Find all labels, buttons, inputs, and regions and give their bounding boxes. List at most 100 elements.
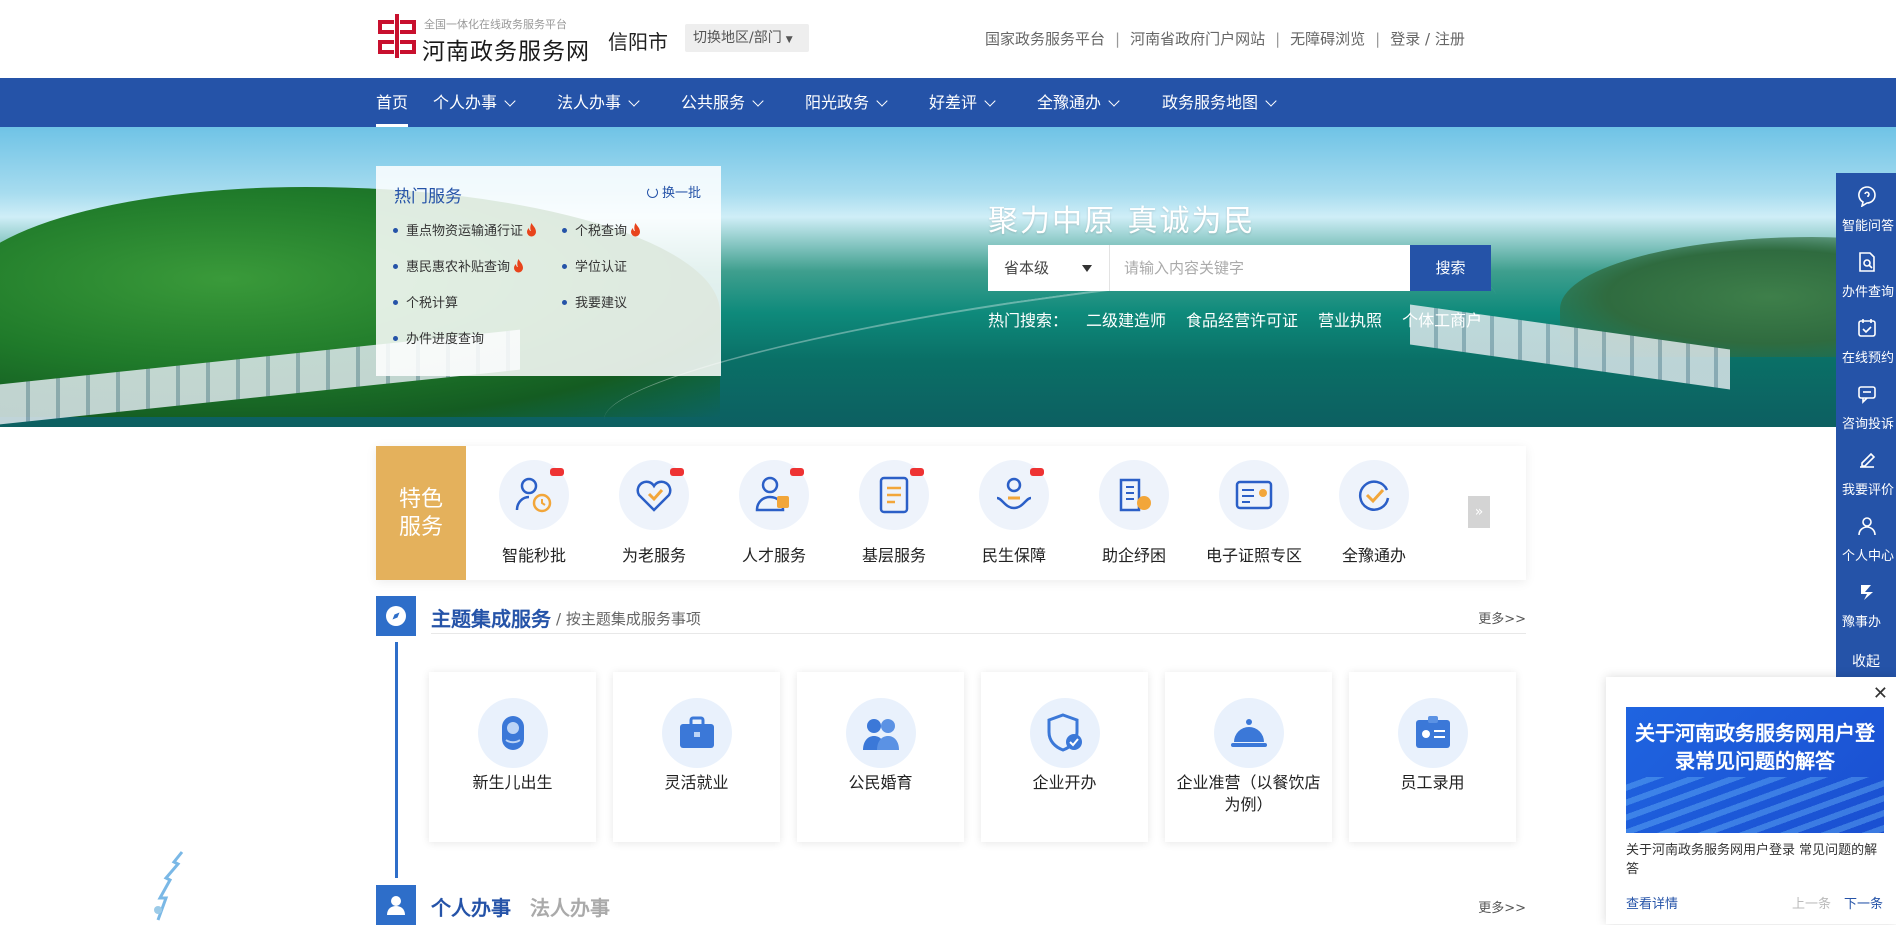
main-nav: 首页 个人办事 法人办事 公共服务 阳光政务 好差评 全豫通办 政务服务地图 <box>0 78 1896 127</box>
hot-keyword[interactable]: 个体工商户 <box>1402 307 1482 331</box>
tab-personal[interactable]: 个人办事 <box>431 892 511 921</box>
hot-item[interactable]: 个税查询 <box>562 220 641 239</box>
nav-label: 好差评 <box>929 93 978 112</box>
feature-item-talent[interactable]: 人才服务 <box>714 460 834 570</box>
feature-item-livelihood[interactable]: 民生保障 <box>954 460 1074 570</box>
sidebar-label: 在线预约 <box>1842 351 1895 366</box>
document-icon <box>879 476 909 514</box>
theme-card-business-license[interactable]: 企业准营（以餐饮店为例） <box>1165 672 1332 842</box>
hot-item[interactable]: 我要建议 <box>562 292 627 311</box>
next-button[interactable]: 下一条 <box>1844 893 1883 912</box>
smart-approval-icon <box>515 477 552 513</box>
feature-item-grassroots[interactable]: 基层服务 <box>834 460 954 570</box>
calendar-icon <box>1858 319 1876 337</box>
divider: | <box>1375 30 1381 48</box>
hot-item[interactable]: 个税计算 <box>393 292 458 311</box>
nav-corporate[interactable]: 法人办事 <box>557 78 640 127</box>
talent-icon <box>755 476 789 512</box>
file-search-icon <box>1859 252 1875 272</box>
caret-down-icon: ▼ <box>785 35 793 45</box>
right-sidebar: 智能问答 办件查询 在线预约 咨询投诉 我要评价 个人中心 豫事办 收起 <box>1836 173 1896 677</box>
feature-item-smart-approval[interactable]: 智能秒批 <box>474 460 594 570</box>
heart-hand-icon <box>636 480 672 512</box>
shield-check-icon <box>1047 713 1082 752</box>
nav-label: 全豫通办 <box>1037 93 1102 112</box>
check-cycle-icon <box>1359 480 1390 511</box>
card-label: 企业准营（以餐饮店为例） <box>1176 773 1321 814</box>
sidebar-item-complaint[interactable]: 咨询投诉 <box>1836 371 1896 437</box>
notice-popup: ✕ 关于河南政务服务网用户登录常见问题的解答 关于河南政务服务网用户登录 常见问… <box>1606 677 1896 924</box>
link-national-platform[interactable]: 国家政务服务平台 <box>985 28 1105 49</box>
hot-keyword[interactable]: 营业执照 <box>1318 307 1382 331</box>
view-detail-link[interactable]: 查看详情 <box>1626 893 1678 912</box>
personal-more-link[interactable]: 更多>> <box>1478 897 1526 916</box>
tab-corporate[interactable]: 法人办事 <box>530 892 610 921</box>
feature-item-enterprise-relief[interactable]: 助企纾困 <box>1074 460 1194 570</box>
nav-public-service[interactable]: 公共服务 <box>681 78 764 127</box>
theme-card-business-start[interactable]: 企业开办 <box>981 672 1148 842</box>
sidebar-collapse-button[interactable]: 收起 <box>1836 651 1896 671</box>
link-accessibility[interactable]: 无障碍浏览 <box>1290 28 1365 49</box>
nav-service-map[interactable]: 政务服务地图 <box>1162 78 1277 127</box>
close-icon[interactable]: ✕ <box>1873 683 1888 704</box>
nav-label: 政务服务地图 <box>1162 93 1259 112</box>
feature-label: 全豫通办 <box>1341 546 1406 565</box>
new-badge <box>790 468 804 476</box>
theme-section-header: 主题集成服务 / 按主题集成服务事项 更多>> <box>376 596 1526 636</box>
sidebar-item-booking[interactable]: 在线预约 <box>1836 305 1896 371</box>
theme-card-marriage[interactable]: 公民婚育 <box>797 672 964 842</box>
search-button[interactable]: 搜索 <box>1410 245 1491 291</box>
search-input[interactable] <box>1124 253 1344 283</box>
theme-card-flexible-employment[interactable]: 灵活就业 <box>613 672 780 842</box>
next-arrow-button[interactable]: » <box>1468 496 1490 528</box>
logo-mark-icon <box>378 14 416 58</box>
switch-region-button[interactable]: 切换地区/部门 ▼ <box>685 24 809 52</box>
feature-item-province-wide[interactable]: 全豫通办 <box>1314 460 1434 570</box>
refresh-button[interactable]: 换一批 <box>646 182 701 201</box>
card-label: 企业开办 <box>1032 773 1097 792</box>
theme-title: 主题集成服务 <box>431 607 551 631</box>
divider: | <box>1275 30 1281 48</box>
search-level-select[interactable]: 省本级 <box>988 245 1110 291</box>
sidebar-item-smart-qa[interactable]: 智能问答 <box>1836 173 1896 239</box>
featured-services: 特色 服务 智能秒批 为老服务 人才服务 基层服务 民生保障 助企纾困 电子证照专… <box>376 446 1526 580</box>
user-icon <box>376 885 416 925</box>
hot-services-title: 热门服务 <box>394 187 462 207</box>
nav-sunshine-gov[interactable]: 阳光政务 <box>805 78 888 127</box>
theme-more-link[interactable]: 更多>> <box>1478 608 1526 627</box>
logo-subtitle: 全国一体化在线政务服务平台 <box>424 18 567 31</box>
personal-section-header: 个人办事 法人办事 更多>> <box>376 885 1526 925</box>
link-henan-portal[interactable]: 河南省政府门户网站 <box>1130 28 1265 49</box>
nav-review[interactable]: 好差评 <box>929 78 996 127</box>
hot-item[interactable]: 办件进度查询 <box>393 328 484 347</box>
hot-item-label: 个税查询 <box>575 224 628 239</box>
sidebar-label: 咨询投诉 <box>1842 417 1895 432</box>
refresh-icon <box>646 187 658 198</box>
card-label: 新生儿出生 <box>472 773 553 792</box>
hot-item[interactable]: 学位认证 <box>562 256 627 275</box>
notice-image[interactable]: 关于河南政务服务网用户登录常见问题的解答 <box>1626 707 1884 833</box>
feature-label: 智能秒批 <box>501 546 566 565</box>
sidebar-item-user-center[interactable]: 个人中心 <box>1836 503 1896 569</box>
hot-keyword[interactable]: 食品经营许可证 <box>1186 307 1298 331</box>
site-logo[interactable]: 全国一体化在线政务服务平台 河南政务服务网 <box>376 12 589 65</box>
prev-button[interactable]: 上一条 <box>1792 893 1831 912</box>
nav-province-wide[interactable]: 全豫通办 <box>1037 78 1120 127</box>
hot-item[interactable]: 惠民惠农补贴查询 <box>393 256 524 275</box>
sidebar-item-case-query[interactable]: 办件查询 <box>1836 239 1896 305</box>
theme-card-newborn[interactable]: 新生儿出生 <box>429 672 596 842</box>
featured-label-line: 特色 <box>398 487 443 512</box>
sidebar-item-yushiban[interactable]: 豫事办 <box>1836 569 1896 635</box>
nav-personal[interactable]: 个人办事 <box>433 78 516 127</box>
link-login-register[interactable]: 登录 / 注册 <box>1390 28 1465 49</box>
sidebar-item-evaluate[interactable]: 我要评价 <box>1836 437 1896 503</box>
feature-item-elderly[interactable]: 为老服务 <box>594 460 714 570</box>
hot-item[interactable]: 重点物资运输通行证 <box>393 220 537 239</box>
hot-item-label: 我要建议 <box>575 296 628 311</box>
baby-icon <box>502 716 524 750</box>
new-badge <box>670 468 684 476</box>
theme-card-staff-hiring[interactable]: 员工录用 <box>1349 672 1516 842</box>
hot-keyword[interactable]: 二级建造师 <box>1086 307 1166 331</box>
feature-item-e-license[interactable]: 电子证照专区 <box>1194 460 1314 570</box>
nav-home[interactable]: 首页 <box>376 78 409 127</box>
